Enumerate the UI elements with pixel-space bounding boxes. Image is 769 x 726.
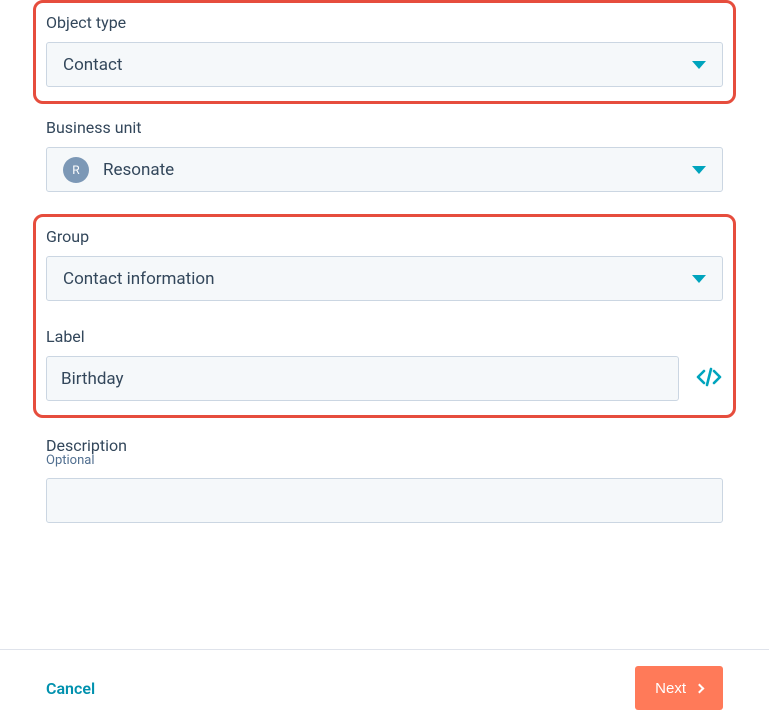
next-button-label: Next <box>655 680 686 697</box>
code-icon[interactable] <box>695 367 723 391</box>
highlight-group-label: Group Contact information Label <box>33 214 736 418</box>
business-unit-avatar: R <box>63 157 89 183</box>
group-select[interactable]: Contact information <box>46 256 723 301</box>
field-description: Description Optional <box>46 436 723 523</box>
field-label: Label <box>46 327 723 401</box>
cancel-button[interactable]: Cancel <box>46 679 95 698</box>
object-type-label: Object type <box>46 13 723 32</box>
business-unit-value: Resonate <box>103 160 692 180</box>
object-type-value: Contact <box>63 55 692 75</box>
caret-down-icon <box>692 275 706 283</box>
label-input[interactable] <box>46 356 679 401</box>
field-object-type: Object type Contact <box>46 13 723 87</box>
caret-down-icon <box>692 166 706 174</box>
object-type-select[interactable]: Contact <box>46 42 723 87</box>
label-field-label: Label <box>46 327 723 346</box>
chevron-right-icon <box>695 683 705 693</box>
next-button[interactable]: Next <box>635 666 723 710</box>
description-hint: Optional <box>46 453 723 468</box>
footer-bar: Cancel Next <box>0 649 769 726</box>
form-area: Object type Contact Business unit R Reso… <box>0 0 769 523</box>
business-unit-label: Business unit <box>46 118 723 137</box>
description-input[interactable] <box>46 478 723 523</box>
business-unit-select[interactable]: R Resonate <box>46 147 723 192</box>
group-label: Group <box>46 227 723 246</box>
group-value: Contact information <box>63 269 692 289</box>
highlight-object-type: Object type Contact <box>33 0 736 104</box>
field-group: Group Contact information <box>46 227 723 301</box>
caret-down-icon <box>692 61 706 69</box>
field-business-unit: Business unit R Resonate <box>46 118 723 192</box>
